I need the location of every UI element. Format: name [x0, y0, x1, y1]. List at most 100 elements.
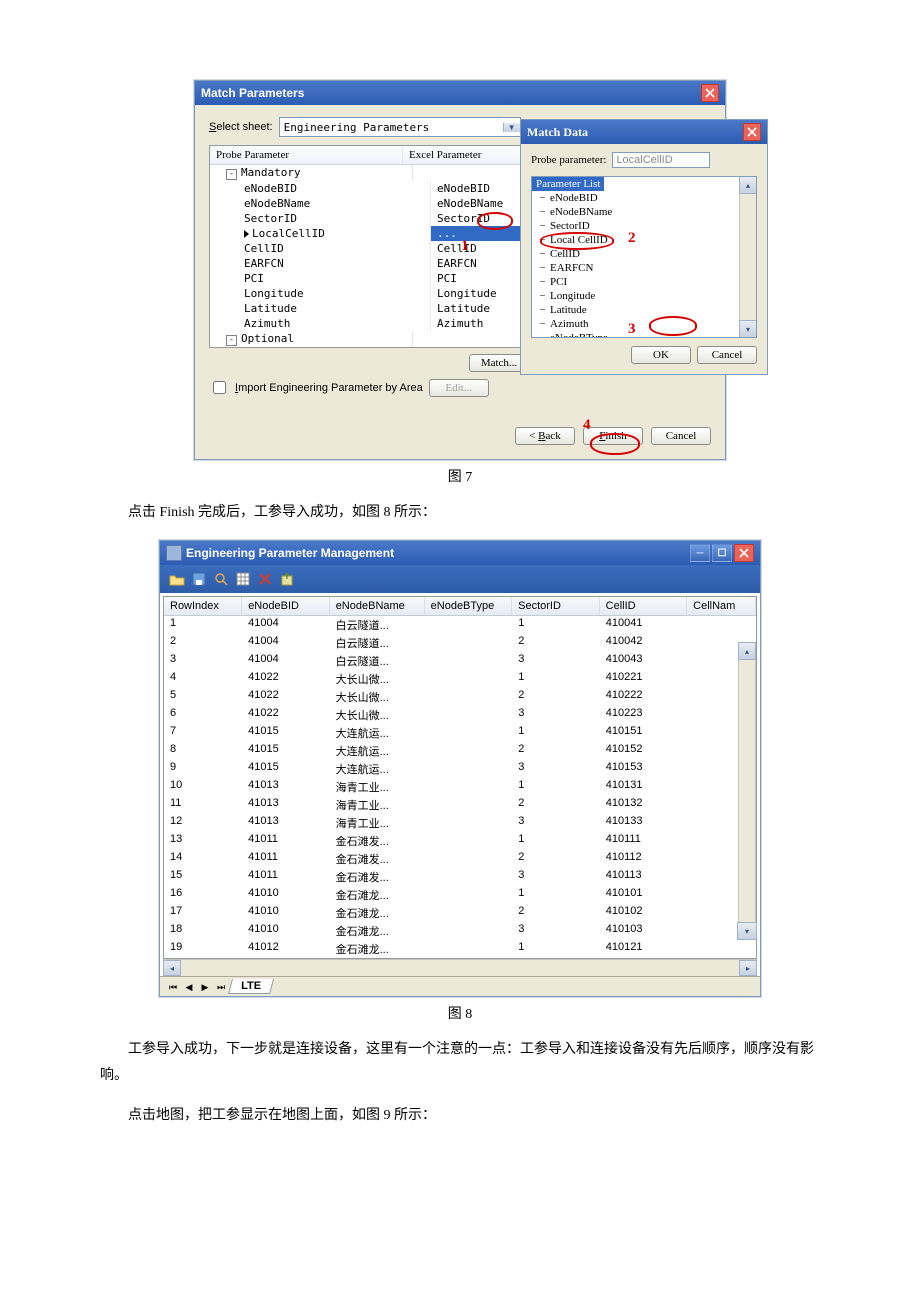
- table-row[interactable]: 1941012金石滩龙...1410121: [164, 940, 756, 958]
- maximize-icon[interactable]: ☐: [712, 544, 732, 562]
- table-row[interactable]: 1741010金石滩龙...2410102: [164, 904, 756, 922]
- table-row[interactable]: 1041013海青工业...1410131: [164, 778, 756, 796]
- table-row[interactable]: 841015大连航运...2410152: [164, 742, 756, 760]
- list-item[interactable]: eNodeBType: [532, 331, 740, 338]
- group-optional[interactable]: -Optional: [210, 331, 530, 347]
- table-row[interactable]: 141004白云隧道...1410041: [164, 616, 756, 634]
- table-row[interactable]: PCIPCI: [210, 271, 530, 286]
- titlebar: Engineering Parameter Management ─ ☐: [160, 541, 760, 565]
- edit-button: Edit...: [429, 379, 489, 397]
- titlebar: Match Parameters: [195, 81, 725, 105]
- scroll-left-icon[interactable]: ◂: [163, 960, 181, 976]
- column-header[interactable]: CellID: [600, 597, 688, 615]
- grid-icon[interactable]: [234, 570, 252, 588]
- last-sheet-icon[interactable]: ⏭: [214, 980, 228, 994]
- probe-parameter-field: [612, 152, 710, 168]
- delete-icon[interactable]: [256, 570, 274, 588]
- table-row[interactable]: 1441011金石滩发...2410112: [164, 850, 756, 868]
- table-row[interactable]: eNodeBNameeNodeBName: [210, 196, 530, 211]
- list-item[interactable]: eNodeBID: [532, 191, 740, 205]
- table-row[interactable]: 1241013海青工业...3410133: [164, 814, 756, 832]
- close-icon[interactable]: [743, 123, 761, 141]
- cancel-button[interactable]: Cancel: [697, 346, 757, 364]
- table-row[interactable]: EARFCNEARFCN: [210, 256, 530, 271]
- annotation-2: 2: [628, 230, 636, 247]
- table-row[interactable]: LocalCellID...: [210, 226, 530, 241]
- col-probe-parameter: Probe Parameter: [210, 146, 403, 164]
- finish-button[interactable]: Finish: [583, 427, 643, 445]
- table-row[interactable]: 1341011金石滩发...1410111: [164, 832, 756, 850]
- cancel-button[interactable]: Cancel: [651, 427, 711, 445]
- list-item[interactable]: eNodeBName: [532, 205, 740, 219]
- table-row[interactable]: 1641010金石滩龙...1410101: [164, 886, 756, 904]
- table-row[interactable]: eNodeBIDeNodeBID: [210, 181, 530, 196]
- select-sheet-input[interactable]: [280, 121, 503, 134]
- annotation-3: 3: [628, 321, 636, 338]
- body-text-3: 点击地图，把工参显示在地图上面，如图 9 所示：: [100, 1103, 820, 1129]
- column-header[interactable]: eNodeBID: [242, 597, 330, 615]
- table-row[interactable]: AzimuthAzimuth: [210, 316, 530, 331]
- data-grid[interactable]: RowIndexeNodeBIDeNodeBNameeNodeBTypeSect…: [163, 596, 757, 959]
- scroll-up-icon[interactable]: ▴: [738, 642, 756, 660]
- open-icon[interactable]: [168, 570, 186, 588]
- match-data-titlebar: Match Data: [521, 120, 767, 144]
- minimize-icon[interactable]: ─: [690, 544, 710, 562]
- list-item[interactable]: SectorID: [532, 219, 740, 233]
- app-icon: [166, 545, 182, 561]
- list-item[interactable]: Latitude: [532, 303, 740, 317]
- table-row[interactable]: LongitudeLongitude: [210, 286, 530, 301]
- list-item[interactable]: EARFCN: [532, 261, 740, 275]
- scroll-up-icon[interactable]: ▴: [739, 176, 757, 194]
- scroll-down-icon[interactable]: ▾: [737, 922, 757, 940]
- scroll-right-icon[interactable]: ▸: [739, 960, 757, 976]
- ok-button[interactable]: OK: [631, 346, 691, 364]
- import-by-area-checkbox[interactable]: [213, 381, 226, 394]
- close-icon[interactable]: [701, 84, 719, 102]
- table-row[interactable]: 1541011金石滩发...3410113: [164, 868, 756, 886]
- figure-8-caption: 图 8: [100, 1003, 820, 1023]
- back-button[interactable]: < Back: [515, 427, 575, 445]
- table-row[interactable]: SectorIDSectorID: [210, 211, 530, 226]
- column-header[interactable]: SectorID: [512, 597, 600, 615]
- table-row[interactable]: LatitudeLatitude: [210, 301, 530, 316]
- search-icon[interactable]: [212, 570, 230, 588]
- save-icon[interactable]: [190, 570, 208, 588]
- vertical-scrollbar[interactable]: ▴ ▾: [738, 642, 756, 939]
- table-row[interactable]: 341004白云隧道...3410043: [164, 652, 756, 670]
- table-row[interactable]: 1841010金石滩龙...3410103: [164, 922, 756, 940]
- close-icon[interactable]: [734, 544, 754, 562]
- prev-sheet-icon[interactable]: ◀: [182, 980, 196, 994]
- parameter-list[interactable]: ▴ ▾ Parameter List eNodeBIDeNodeBNameSec…: [531, 176, 757, 338]
- chevron-down-icon[interactable]: ▼: [503, 123, 520, 132]
- list-item[interactable]: Longitude: [532, 289, 740, 303]
- sheet-tab-lte[interactable]: LTE: [228, 979, 274, 994]
- scroll-down-icon[interactable]: ▾: [739, 320, 757, 338]
- export-icon[interactable]: [278, 570, 296, 588]
- parameter-list-header: Parameter List: [532, 177, 604, 191]
- table-row[interactable]: 941015大连航运...3410153: [164, 760, 756, 778]
- table-row[interactable]: 641022大长山微...3410223: [164, 706, 756, 724]
- select-sheet-combo[interactable]: ▼: [279, 117, 521, 137]
- parameter-mapping-table: Probe Parameter Excel Parameter -Mandato…: [209, 145, 531, 348]
- table-row[interactable]: CellIDCellID: [210, 241, 530, 256]
- list-item[interactable]: Azimuth: [532, 317, 740, 331]
- first-sheet-icon[interactable]: ⏮: [166, 980, 180, 994]
- table-row[interactable]: 441022大长山微...1410221: [164, 670, 756, 688]
- body-text-1: 点击 Finish 完成后，工参导入成功，如图 8 所示：: [100, 500, 820, 526]
- column-header[interactable]: eNodeBType: [425, 597, 513, 615]
- column-header[interactable]: eNodeBName: [330, 597, 425, 615]
- list-item[interactable]: PCI: [532, 275, 740, 289]
- horizontal-scrollbar[interactable]: ◂ ▸: [163, 959, 757, 976]
- import-by-area-label: Import Engineering Parameter by Area: [235, 382, 423, 394]
- list-item[interactable]: CellID: [532, 247, 740, 261]
- match-data-dialog: Match Data Probe parameter: ▴ ▾ Paramete…: [520, 119, 768, 375]
- table-row[interactable]: 741015大连航运...1410151: [164, 724, 756, 742]
- table-row[interactable]: 541022大长山微...2410222: [164, 688, 756, 706]
- next-sheet-icon[interactable]: ▶: [198, 980, 212, 994]
- list-item[interactable]: Local CellID: [532, 233, 740, 247]
- group-mandatory[interactable]: -Mandatory: [210, 165, 530, 181]
- column-header[interactable]: RowIndex: [164, 597, 242, 615]
- table-row[interactable]: 1141013海青工业...2410132: [164, 796, 756, 814]
- table-row[interactable]: 241004白云隧道...2410042: [164, 634, 756, 652]
- column-header[interactable]: CellNam: [687, 597, 756, 615]
